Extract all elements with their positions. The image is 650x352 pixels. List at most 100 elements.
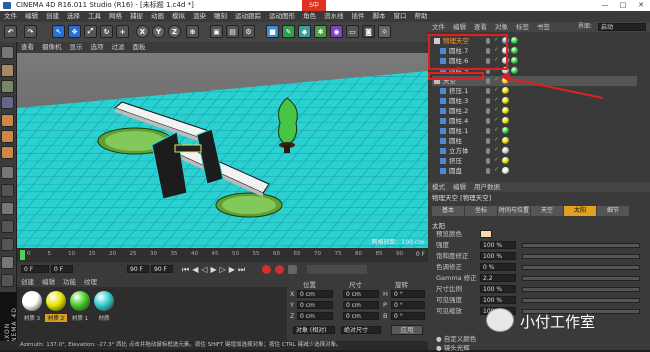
object-menu-item[interactable]: 对象	[491, 22, 512, 32]
layout-select[interactable]: 启动	[598, 23, 646, 31]
keyframe-selection-icon[interactable]	[288, 265, 297, 274]
menu-item[interactable]: 编辑	[21, 11, 42, 22]
preview-end-field[interactable]: 90 F	[151, 265, 173, 273]
attribute-slider[interactable]	[522, 254, 640, 259]
attribute-value-field[interactable]: 100 %	[480, 296, 516, 304]
visibility-check-icon[interactable]	[486, 148, 490, 154]
menu-item[interactable]: 创建	[42, 11, 63, 22]
enabled-check-icon[interactable]: ✓	[494, 137, 499, 143]
enabled-check-icon[interactable]: ✓	[494, 127, 499, 133]
layer-icon[interactable]	[1, 274, 14, 287]
attribute-value-field[interactable]: 2.2	[480, 274, 516, 282]
preview-color-swatch[interactable]	[480, 230, 492, 238]
attribute-slider[interactable]	[522, 276, 640, 281]
material-menu-item[interactable]: 编辑	[38, 277, 59, 287]
object-row[interactable]: 圆柱.1 ✓	[432, 126, 637, 136]
menu-item[interactable]: 文件	[0, 11, 21, 22]
workplane-mode-icon[interactable]	[1, 96, 14, 109]
material-tag-icon[interactable]	[511, 47, 518, 54]
object-name[interactable]: 圆柱	[449, 136, 462, 146]
render-picture-viewer-icon[interactable]: ▤	[226, 25, 239, 38]
menu-item[interactable]: 渲染	[189, 11, 210, 22]
object-row[interactable]: 圆盘 ✓	[432, 166, 637, 176]
visibility-check-icon[interactable]	[486, 138, 490, 144]
attribute-slider[interactable]	[522, 243, 640, 248]
recent-tool-icon[interactable]: +	[116, 25, 129, 38]
planar-workplane-icon[interactable]	[1, 238, 14, 251]
attribute-tab[interactable]: 天空	[531, 206, 563, 216]
object-name[interactable]: 圆柱.3	[449, 96, 468, 106]
viewport-menu-item[interactable]: 选项	[87, 42, 108, 53]
ime-indicator[interactable]: S中	[302, 0, 326, 11]
visibility-check-icon[interactable]	[486, 98, 490, 104]
viewport-menu-item[interactable]: 面板	[129, 42, 150, 53]
material-tag-icon[interactable]	[502, 147, 509, 154]
snap-icon[interactable]	[1, 202, 14, 215]
menu-item[interactable]: 流水线	[320, 11, 348, 22]
object-name[interactable]: 挤压	[449, 156, 462, 166]
attribute-menu-item[interactable]: 模式	[428, 182, 449, 192]
attribute-tab[interactable]: 太阳	[564, 206, 596, 216]
attribute-option[interactable]: ● 镜头光辉	[436, 342, 470, 352]
visibility-check-icon[interactable]	[486, 78, 490, 84]
axis-mode-icon[interactable]	[1, 166, 14, 179]
material-tag-icon[interactable]	[502, 107, 509, 114]
attribute-tab[interactable]: 细节	[597, 206, 629, 216]
material-menu-item[interactable]: 创建	[17, 277, 38, 287]
attribute-tab[interactable]: 基本	[432, 206, 464, 216]
autokey-icon[interactable]	[275, 265, 284, 274]
minimize-button[interactable]: —	[596, 0, 614, 11]
material-menu-item[interactable]: 纹理	[80, 277, 101, 287]
record-icon[interactable]	[262, 265, 271, 274]
object-row[interactable]: 挤压 ✓	[432, 156, 637, 166]
menu-item[interactable]: 模拟	[168, 11, 189, 22]
object-row[interactable]: 立方体 ✓	[432, 146, 637, 156]
enabled-check-icon[interactable]: ✓	[494, 167, 499, 173]
material-tag-icon[interactable]	[502, 127, 509, 134]
attribute-menu-item[interactable]: 编辑	[449, 182, 470, 192]
material-swatch[interactable]: 材质 1	[69, 291, 91, 325]
cube-primitive-icon[interactable]: ■	[266, 25, 279, 38]
maximize-button[interactable]: □	[614, 0, 632, 11]
object-name[interactable]: 立方体	[449, 146, 469, 156]
size-mode-select[interactable]: 绝对尺寸	[341, 326, 381, 334]
x-axis-button[interactable]: X	[136, 25, 149, 38]
perspective-viewport[interactable]: 网格间距：100 cm	[17, 53, 428, 248]
material-menu-item[interactable]: 功能	[59, 277, 80, 287]
texture-mode-icon[interactable]	[1, 80, 14, 93]
move-tool-icon[interactable]: ✥	[68, 25, 81, 38]
object-menu-item[interactable]: 标签	[512, 22, 533, 32]
material-tag-icon[interactable]	[502, 117, 509, 124]
light-icon[interactable]: ☼	[378, 25, 391, 38]
rotation-field[interactable]: 0 °	[391, 301, 425, 309]
object-row[interactable]: 圆柱.2 ✓	[432, 106, 637, 116]
material-swatch[interactable]: 材质	[93, 291, 115, 325]
material-tag-icon[interactable]	[502, 157, 509, 164]
enabled-check-icon[interactable]: ✓	[494, 157, 499, 163]
attribute-value-field[interactable]: 0 %	[480, 263, 516, 271]
viewport-menu-item[interactable]: 查看	[17, 42, 38, 53]
material-swatch[interactable]: 材质 2	[45, 291, 67, 325]
viewport-menu-item[interactable]: 摄像机	[38, 42, 66, 53]
undo-icon[interactable]: ↶	[4, 25, 17, 38]
rotation-field[interactable]: 0 °	[391, 312, 425, 320]
attribute-slider[interactable]	[522, 287, 640, 292]
visibility-check-icon[interactable]	[486, 168, 490, 174]
start-frame-field[interactable]: 0 F	[21, 265, 49, 273]
rotate-tool-icon[interactable]: ↻	[100, 25, 113, 38]
subdivision-icon[interactable]: ◆	[298, 25, 311, 38]
enabled-check-icon[interactable]: ✓	[494, 147, 499, 153]
size-field[interactable]: 0 cm	[343, 301, 379, 309]
visibility-check-icon[interactable]	[486, 128, 490, 134]
menu-item[interactable]: 网格	[105, 11, 126, 22]
visibility-check-icon[interactable]	[486, 88, 490, 94]
attribute-tab[interactable]: 坐标	[465, 206, 497, 216]
menu-item[interactable]: 雕刻	[210, 11, 231, 22]
position-field[interactable]: 0 cm	[297, 290, 333, 298]
z-axis-button[interactable]: Z	[168, 25, 181, 38]
material-tag-icon[interactable]	[511, 37, 518, 44]
array-icon[interactable]: ✱	[314, 25, 327, 38]
tweak-mode-icon[interactable]	[1, 184, 14, 197]
pen-spline-icon[interactable]: ✎	[282, 25, 295, 38]
material-tag-icon[interactable]	[502, 167, 509, 174]
